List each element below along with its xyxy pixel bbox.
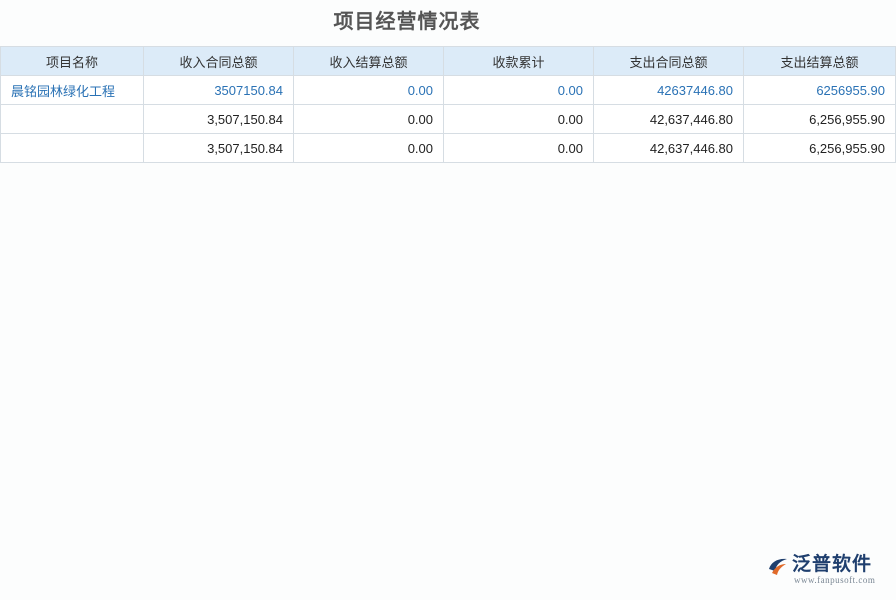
- income-contract-cell[interactable]: 3507150.84: [143, 75, 294, 105]
- income-settlement-cell[interactable]: 0.00: [293, 75, 444, 105]
- receipts-cell: 0.00: [443, 133, 594, 163]
- table-row-total: 3,507,150.84 0.00 0.00 42,637,446.80 6,2…: [0, 133, 896, 163]
- header-income-contract-total[interactable]: 收入合同总额: [143, 46, 294, 76]
- page-title: 项目经营情况表: [333, 11, 481, 33]
- project-name-cell: [0, 104, 144, 134]
- expense-contract-cell: 42,637,446.80: [593, 104, 744, 134]
- header-receipts-cumulative[interactable]: 收款累计: [443, 46, 594, 76]
- header-income-settlement-total[interactable]: 收入结算总额: [293, 46, 444, 76]
- expense-contract-cell[interactable]: 42637446.80: [593, 75, 744, 105]
- project-operation-table: 项目名称 收入合同总额 收入结算总额 收款累计 支出合同总额 支出结算总额 晨铭…: [0, 46, 896, 163]
- expense-contract-cell: 42,637,446.80: [593, 133, 744, 163]
- expense-settlement-cell: 6,256,955.90: [743, 104, 896, 134]
- income-settlement-cell: 0.00: [293, 133, 444, 163]
- project-name-cell[interactable]: 晨铭园林绿化工程: [0, 75, 144, 105]
- table-row[interactable]: 晨铭园林绿化工程 3507150.84 0.00 0.00 42637446.8…: [0, 75, 896, 105]
- expense-settlement-cell[interactable]: 6256955.90: [743, 75, 896, 105]
- header-expense-settlement-total[interactable]: 支出结算总额: [743, 46, 896, 76]
- header-project-name[interactable]: 项目名称: [0, 46, 144, 76]
- income-contract-cell: 3,507,150.84: [143, 104, 294, 134]
- table-row-subtotal: 3,507,150.84 0.00 0.00 42,637,446.80 6,2…: [0, 104, 896, 134]
- project-name-cell: [0, 133, 144, 163]
- brand-url: www.fanpusoft.com: [794, 575, 876, 585]
- expense-settlement-cell: 6,256,955.90: [743, 133, 896, 163]
- fanpu-logo-icon: [769, 558, 787, 575]
- income-contract-cell: 3,507,150.84: [143, 133, 294, 163]
- brand-name: 泛普软件: [792, 553, 873, 575]
- table-header-row: 项目名称 收入合同总额 收入结算总额 收款累计 支出合同总额 支出结算总额: [0, 46, 896, 76]
- brand-logo: 泛普软件 www.fanpusoft.com: [766, 552, 886, 586]
- receipts-cell[interactable]: 0.00: [443, 75, 594, 105]
- header-expense-contract-total[interactable]: 支出合同总额: [593, 46, 744, 76]
- receipts-cell: 0.00: [443, 104, 594, 134]
- income-settlement-cell: 0.00: [293, 104, 444, 134]
